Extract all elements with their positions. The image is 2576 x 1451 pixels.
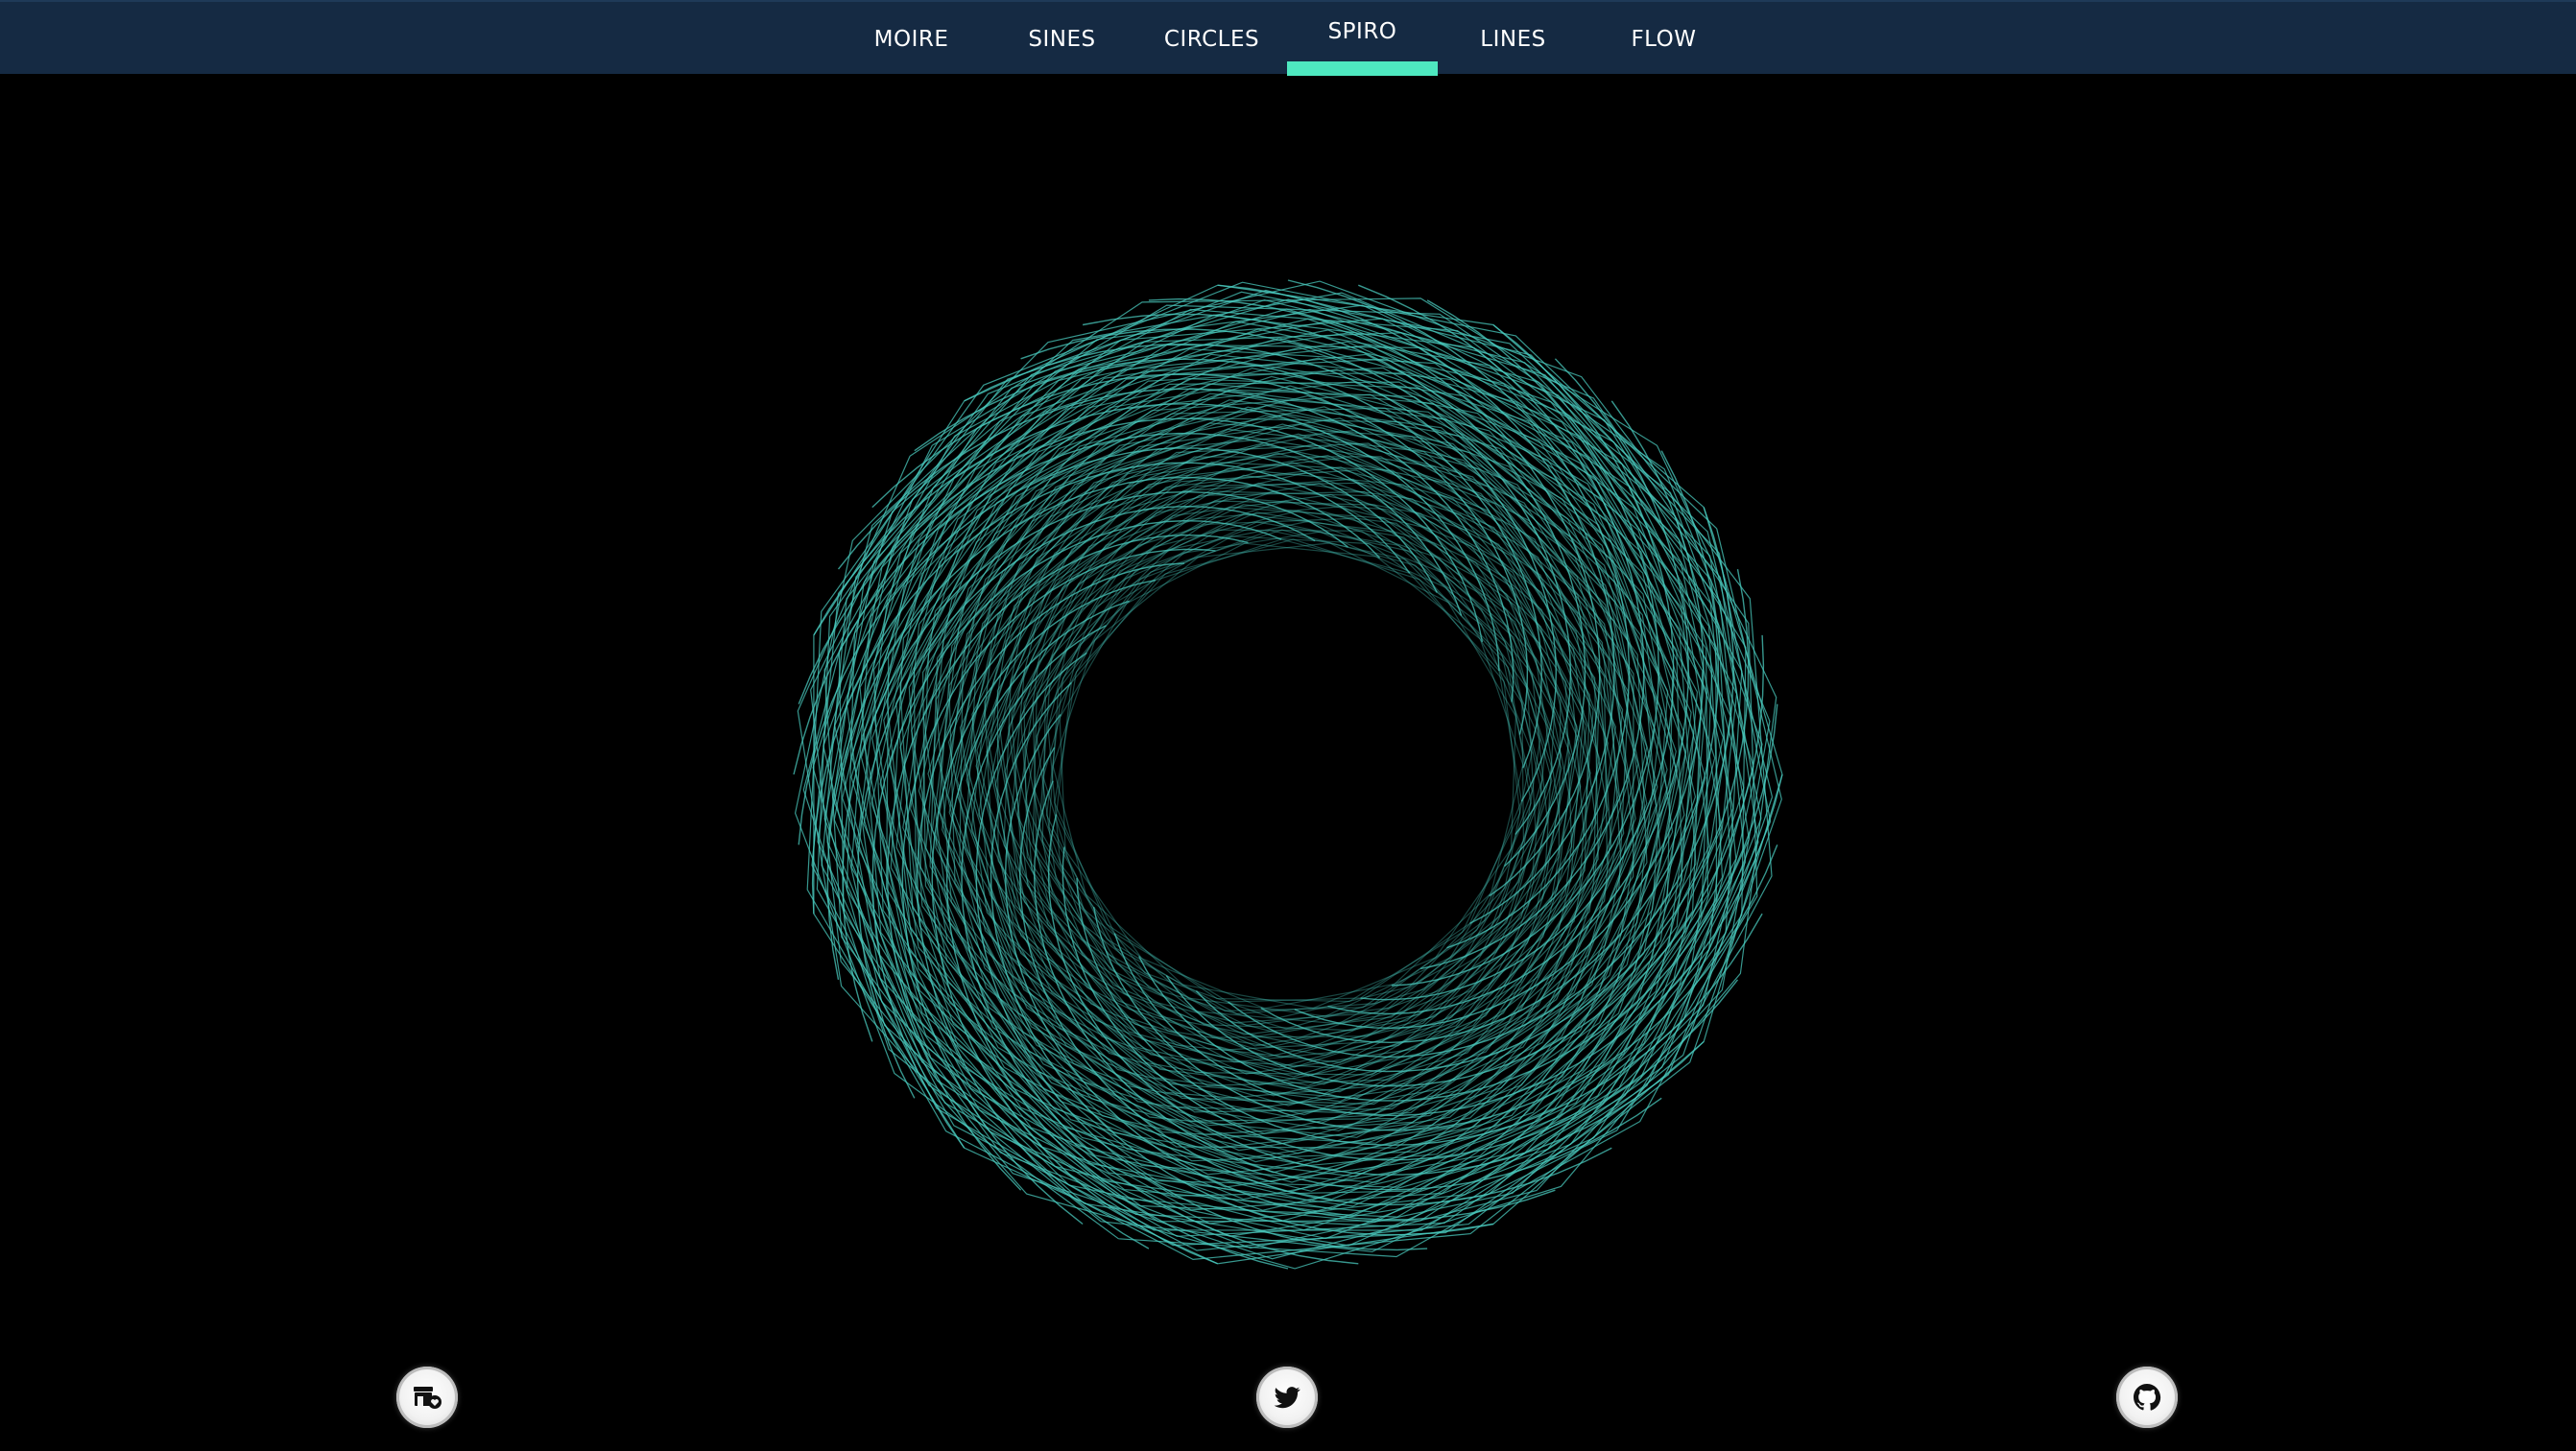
nav-item-sines[interactable]: SINES [987,2,1137,76]
nav-item-label: SINES [1028,27,1096,52]
spirograph-artwork [793,279,1783,1270]
nav-menu: MOIRE SINES CIRCLES SPIRO LINES FLOW [0,2,2576,76]
nav-item-label: CIRCLES [1163,27,1260,52]
nav-item-circles[interactable]: CIRCLES [1136,2,1287,76]
art-canvas[interactable] [0,74,2576,1350]
nav-item-label: MOIRE [873,27,949,52]
shop-link-button[interactable] [396,1367,458,1428]
store-heart-icon [414,1387,441,1409]
top-navigation-bar: MOIRE SINES CIRCLES SPIRO LINES FLOW [0,0,2576,76]
nav-item-moire[interactable]: MOIRE [836,2,987,76]
spiro-arm [1148,297,1601,897]
github-link-button[interactable] [2116,1367,2178,1428]
nav-item-spiro[interactable]: SPIRO [1287,2,1438,76]
github-icon [2134,1384,2161,1411]
twitter-icon [1274,1387,1300,1409]
nav-item-label: SPIRO [1327,19,1397,44]
spiro-arm [793,432,1463,775]
twitter-link-button[interactable] [1256,1367,1318,1428]
nav-item-flow[interactable]: FLOW [1588,2,1739,76]
nav-item-label: LINES [1480,27,1546,52]
nav-item-lines[interactable]: LINES [1438,2,1588,76]
nav-item-label: FLOW [1631,27,1697,52]
